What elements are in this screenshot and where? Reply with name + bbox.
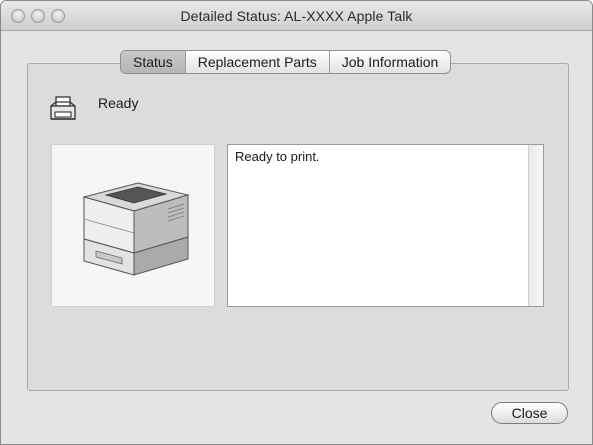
status-message-text: Ready to print. bbox=[235, 149, 320, 164]
printer-image-box bbox=[51, 144, 215, 307]
window-title: Detailed Status: AL-XXXX Apple Talk bbox=[180, 8, 413, 24]
vertical-scrollbar[interactable] bbox=[528, 145, 543, 306]
tab-replacement-parts[interactable]: Replacement Parts bbox=[186, 51, 330, 73]
tab-status[interactable]: Status bbox=[121, 51, 186, 73]
printer-image bbox=[82, 182, 190, 276]
tab-job-information[interactable]: Job Information bbox=[330, 51, 450, 73]
printer-status-icon bbox=[50, 96, 76, 120]
title-bar[interactable]: Detailed Status: AL-XXXX Apple Talk bbox=[1, 1, 592, 31]
tab-bar: Status Replacement Parts Job Information bbox=[120, 50, 452, 74]
status-label: Ready bbox=[98, 95, 139, 111]
status-message-box[interactable]: Ready to print. bbox=[227, 144, 544, 307]
detailed-status-window: Detailed Status: AL-XXXX Apple Talk Stat… bbox=[0, 0, 593, 445]
close-button[interactable]: Close bbox=[491, 402, 568, 424]
